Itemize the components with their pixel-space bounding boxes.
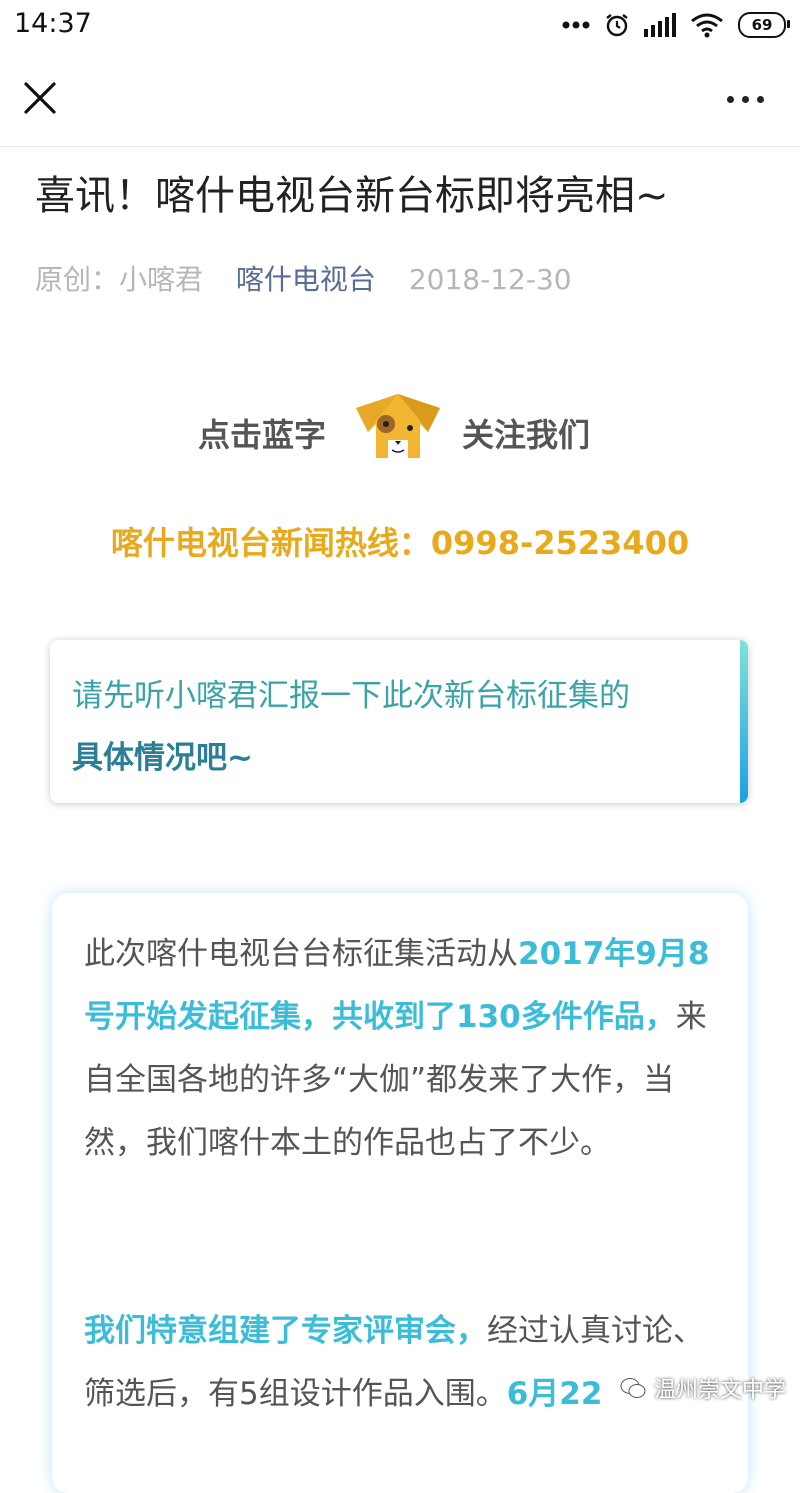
account-link[interactable]: 喀什电视台: [236, 263, 376, 296]
article-meta: 原创：小喀君 喀什电视台 2018-12-30: [35, 258, 572, 298]
follow-left-text: 点击蓝字: [198, 416, 327, 454]
paragraph-1: 此次喀什电视台台标征集活动从2017年9月8号开始发起征集，共收到了130多件作…: [84, 923, 724, 1175]
status-icons: 69: [562, 10, 790, 40]
paragraph-2: 我们特意组建了专家评审会，经过认真讨论、筛选后，有5组设计作品入围。6月22: [84, 1300, 724, 1426]
p1-text-a: 此次喀什电视台台标征集活动从: [84, 936, 518, 972]
intro-quote-card: 请先听小喀君汇报一下此次新台标征集的 具体情况吧~: [50, 640, 748, 803]
follow-right-text: 关注我们: [462, 416, 591, 454]
alarm-icon: [606, 14, 628, 37]
p2-highlight: 我们特意组建了专家评审会，: [84, 1313, 487, 1349]
quote-accent-bar: [740, 640, 748, 803]
watermark-text: 温州崇文中学: [653, 1378, 786, 1403]
signal-icon: [644, 13, 676, 37]
more-notifications-icon: [562, 21, 590, 29]
article-title: 喜讯！喀什电视台新台标即将亮相~: [35, 173, 669, 219]
follow-banner[interactable]: 点击蓝字 关注我们: [0, 388, 800, 478]
news-hotline: 喀什电视台新闻热线：0998-2523400: [110, 524, 690, 562]
original-author: 原创：小喀君: [35, 263, 204, 296]
dog-mascot-icon: [356, 394, 440, 458]
p2-highlight-2: 6月22: [506, 1376, 603, 1412]
wechat-icon: [620, 1378, 646, 1398]
close-icon[interactable]: [22, 80, 58, 116]
publish-date: 2018-12-30: [408, 263, 572, 296]
battery-icon: 69: [738, 12, 790, 38]
quote-line-1: 请先听小喀君汇报一下此次新台标征集的: [72, 678, 630, 714]
nav-bar: [0, 50, 800, 147]
battery-level: 69: [751, 16, 773, 34]
status-bar: 14:37 69: [0, 0, 800, 50]
wifi-icon: [691, 13, 723, 38]
status-time: 14:37: [14, 8, 92, 39]
watermark: 温州崇文中学: [620, 1372, 786, 1404]
more-dots-icon[interactable]: [727, 96, 764, 103]
quote-line-2: 具体情况吧~: [72, 740, 253, 776]
